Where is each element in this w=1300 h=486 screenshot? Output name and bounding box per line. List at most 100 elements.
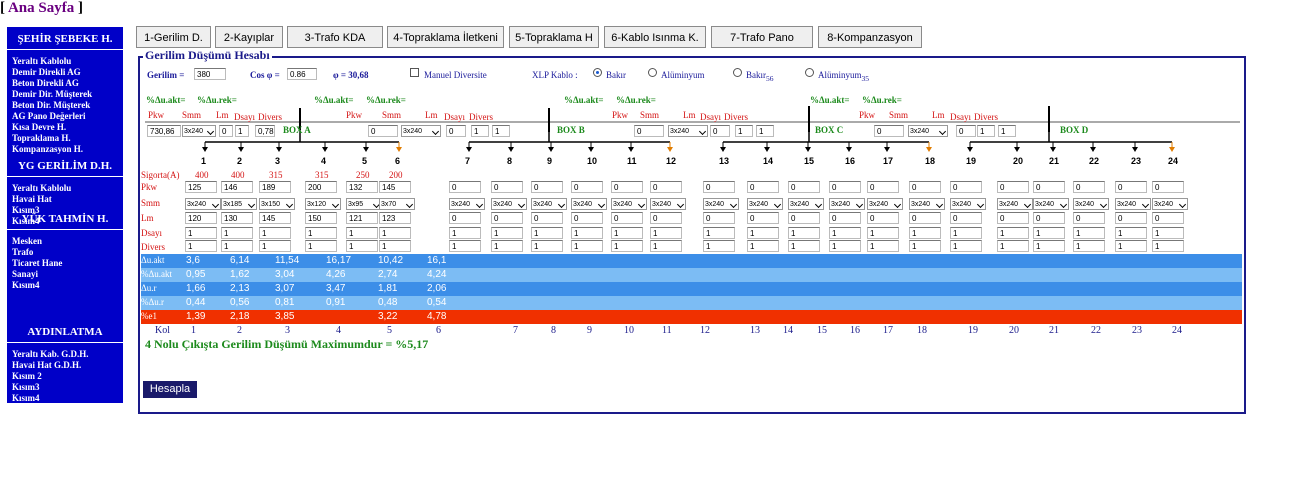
dsayi-input[interactable]: 1 xyxy=(571,227,603,239)
lm-input[interactable]: 145 xyxy=(259,212,291,224)
smm-input[interactable]: 3x185 xyxy=(221,198,257,210)
divers-input[interactable]: 1 xyxy=(829,240,861,252)
dsayi-input[interactable]: 1 xyxy=(185,227,217,239)
box-input[interactable]: 0 xyxy=(710,125,730,137)
divers-input[interactable]: 1 xyxy=(867,240,899,252)
lm-input[interactable]: 0 xyxy=(491,212,523,224)
dsayi-input[interactable]: 1 xyxy=(611,227,643,239)
smm-input[interactable]: 3x240 xyxy=(788,198,824,210)
divers-input[interactable]: 1 xyxy=(305,240,337,252)
lm-input[interactable]: 0 xyxy=(449,212,481,224)
smm-input[interactable]: 3x240 xyxy=(185,198,221,210)
smm-input[interactable]: 3x240 xyxy=(997,198,1033,210)
smm-input[interactable]: 3x240 xyxy=(491,198,527,210)
smm-input[interactable]: 3x240 xyxy=(531,198,567,210)
divers-input[interactable]: 1 xyxy=(703,240,735,252)
lm-input[interactable]: 0 xyxy=(997,212,1029,224)
lm-input[interactable]: 130 xyxy=(221,212,253,224)
dsayi-input[interactable]: 1 xyxy=(1115,227,1147,239)
pkw-input[interactable]: 145 xyxy=(379,181,411,193)
lm-input[interactable]: 121 xyxy=(346,212,378,224)
lm-input[interactable]: 120 xyxy=(185,212,217,224)
pkw-input[interactable]: 0 xyxy=(747,181,779,193)
box-input[interactable]: 1 xyxy=(756,125,774,137)
dsayi-input[interactable]: 1 xyxy=(1152,227,1184,239)
box-input[interactable]: 3x240 xyxy=(908,125,948,137)
lm-input[interactable]: 0 xyxy=(747,212,779,224)
lm-input[interactable]: 0 xyxy=(950,212,982,224)
pkw-input[interactable]: 200 xyxy=(305,181,337,193)
pkw-input[interactable]: 125 xyxy=(185,181,217,193)
dsayi-input[interactable]: 1 xyxy=(747,227,779,239)
divers-input[interactable]: 1 xyxy=(650,240,682,252)
dsayi-input[interactable]: 1 xyxy=(259,227,291,239)
dsayi-input[interactable]: 1 xyxy=(1073,227,1105,239)
lm-input[interactable]: 0 xyxy=(1152,212,1184,224)
smm-input[interactable]: 3x240 xyxy=(1152,198,1188,210)
pkw-input[interactable]: 0 xyxy=(997,181,1029,193)
lm-input[interactable]: 0 xyxy=(703,212,735,224)
dsayi-input[interactable]: 1 xyxy=(650,227,682,239)
dsayi-input[interactable]: 1 xyxy=(950,227,982,239)
smm-input[interactable]: 3x240 xyxy=(867,198,903,210)
lm-input[interactable]: 123 xyxy=(379,212,411,224)
lm-input[interactable]: 0 xyxy=(531,212,563,224)
dsayi-input[interactable]: 1 xyxy=(491,227,523,239)
divers-input[interactable]: 1 xyxy=(909,240,941,252)
lm-input[interactable]: 0 xyxy=(571,212,603,224)
box-a-input[interactable]: 1 xyxy=(235,125,249,137)
dsayi-input[interactable]: 1 xyxy=(379,227,411,239)
pkw-input[interactable]: 0 xyxy=(1033,181,1065,193)
lm-input[interactable]: 0 xyxy=(650,212,682,224)
pkw-input[interactable]: 0 xyxy=(611,181,643,193)
dsayi-input[interactable]: 1 xyxy=(449,227,481,239)
divers-input[interactable]: 1 xyxy=(747,240,779,252)
pkw-input[interactable]: 0 xyxy=(531,181,563,193)
box-input[interactable]: 0 xyxy=(874,125,904,137)
box-input[interactable]: 1 xyxy=(735,125,753,137)
box-a-input[interactable]: 3x240 xyxy=(182,125,216,137)
box-input[interactable]: 1 xyxy=(471,125,489,137)
box-input[interactable]: 3x240 xyxy=(401,125,441,137)
smm-input[interactable]: 3x240 xyxy=(829,198,865,210)
divers-input[interactable]: 1 xyxy=(1033,240,1065,252)
pkw-input[interactable]: 0 xyxy=(829,181,861,193)
box-input[interactable]: 1 xyxy=(977,125,995,137)
pkw-input[interactable]: 0 xyxy=(1073,181,1105,193)
lm-input[interactable]: 0 xyxy=(909,212,941,224)
lm-input[interactable]: 0 xyxy=(788,212,820,224)
box-input[interactable]: 0 xyxy=(446,125,466,137)
pkw-input[interactable]: 0 xyxy=(449,181,481,193)
pkw-input[interactable]: 0 xyxy=(1115,181,1147,193)
smm-input[interactable]: 3x240 xyxy=(1033,198,1069,210)
pkw-input[interactable]: 0 xyxy=(950,181,982,193)
smm-input[interactable]: 3x240 xyxy=(747,198,783,210)
divers-input[interactable]: 1 xyxy=(950,240,982,252)
box-input[interactable]: 0 xyxy=(368,125,398,137)
dsayi-input[interactable]: 1 xyxy=(703,227,735,239)
dsayi-input[interactable]: 1 xyxy=(346,227,378,239)
box-input[interactable]: 1 xyxy=(998,125,1016,137)
divers-input[interactable]: 1 xyxy=(1115,240,1147,252)
divers-input[interactable]: 1 xyxy=(531,240,563,252)
box-a-input[interactable]: 0,78 xyxy=(255,125,275,137)
divers-input[interactable]: 1 xyxy=(997,240,1029,252)
dsayi-input[interactable]: 1 xyxy=(221,227,253,239)
divers-input[interactable]: 1 xyxy=(571,240,603,252)
lm-input[interactable]: 0 xyxy=(829,212,861,224)
pkw-input[interactable]: 132 xyxy=(346,181,378,193)
lm-input[interactable]: 150 xyxy=(305,212,337,224)
pkw-input[interactable]: 146 xyxy=(221,181,253,193)
pkw-input[interactable]: 0 xyxy=(491,181,523,193)
dsayi-input[interactable]: 1 xyxy=(1033,227,1065,239)
divers-input[interactable]: 1 xyxy=(379,240,411,252)
divers-input[interactable]: 1 xyxy=(1152,240,1184,252)
box-input[interactable]: 0 xyxy=(956,125,976,137)
pkw-input[interactable]: 0 xyxy=(788,181,820,193)
dsayi-input[interactable]: 1 xyxy=(531,227,563,239)
box-input[interactable]: 0 xyxy=(634,125,664,137)
box-a-input[interactable]: 730,86 xyxy=(147,125,181,137)
pkw-input[interactable]: 0 xyxy=(650,181,682,193)
pkw-input[interactable]: 0 xyxy=(571,181,603,193)
pkw-input[interactable]: 189 xyxy=(259,181,291,193)
